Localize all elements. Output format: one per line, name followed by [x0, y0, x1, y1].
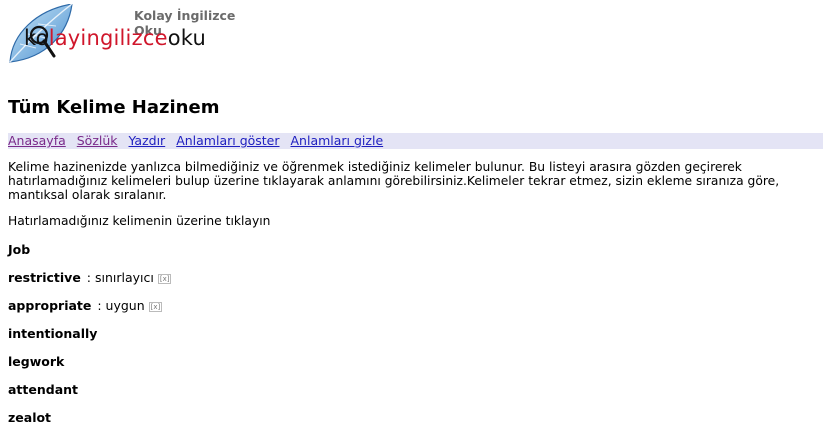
word-item: appropriate : uygun [x] — [8, 299, 808, 327]
word-meaning: sınırlayıcı — [94, 270, 154, 285]
word-list: Job restrictive : sınırlayıcı [x] appropr… — [8, 243, 808, 439]
nav-link-dictionary[interactable]: Sözlük — [77, 133, 118, 148]
hint-text: Hatırlamadığınız kelimenin üzerine tıkla… — [8, 214, 271, 228]
word-item: Job — [8, 243, 808, 271]
word-item: intentionally — [8, 327, 808, 355]
word-term[interactable]: Job — [8, 242, 30, 257]
page-title: Tüm Kelime Hazinem — [8, 97, 220, 118]
word-meaning: uygun — [105, 298, 145, 313]
remove-word-button[interactable]: [x] — [148, 301, 163, 312]
word-term[interactable]: intentionally — [8, 326, 97, 341]
word-item: attendant — [8, 383, 808, 411]
nav-bar: Anasayfa Sözlük Yazdır Anlamları göster … — [8, 133, 823, 149]
word-separator: : — [93, 298, 106, 313]
remove-word-button[interactable]: [x] — [157, 273, 172, 284]
word-term[interactable]: restrictive — [8, 270, 81, 285]
nav-link-home[interactable]: Anasayfa — [8, 133, 66, 148]
word-item: zealot — [8, 411, 808, 439]
word-term[interactable]: zealot — [8, 410, 51, 425]
logo-wordmark: kolayingilizceoku — [24, 26, 206, 50]
nav-link-hide-meanings[interactable]: Anlamları gizle — [291, 133, 384, 148]
word-term[interactable]: legwork — [8, 354, 64, 369]
site-logo[interactable]: Kolay İngilizce Oku kolayingilizceoku — [6, 4, 256, 66]
word-term[interactable]: appropriate — [8, 298, 91, 313]
nav-link-show-meanings[interactable]: Anlamları göster — [176, 133, 279, 148]
word-item: legwork — [8, 355, 808, 383]
intro-text: Kelime hazinenizde yanlızca bilmediğiniz… — [8, 160, 780, 202]
word-term[interactable]: attendant — [8, 382, 78, 397]
nav-link-print[interactable]: Yazdır — [129, 133, 166, 148]
word-separator: : — [82, 270, 95, 285]
word-item: restrictive : sınırlayıcı [x] — [8, 271, 808, 299]
